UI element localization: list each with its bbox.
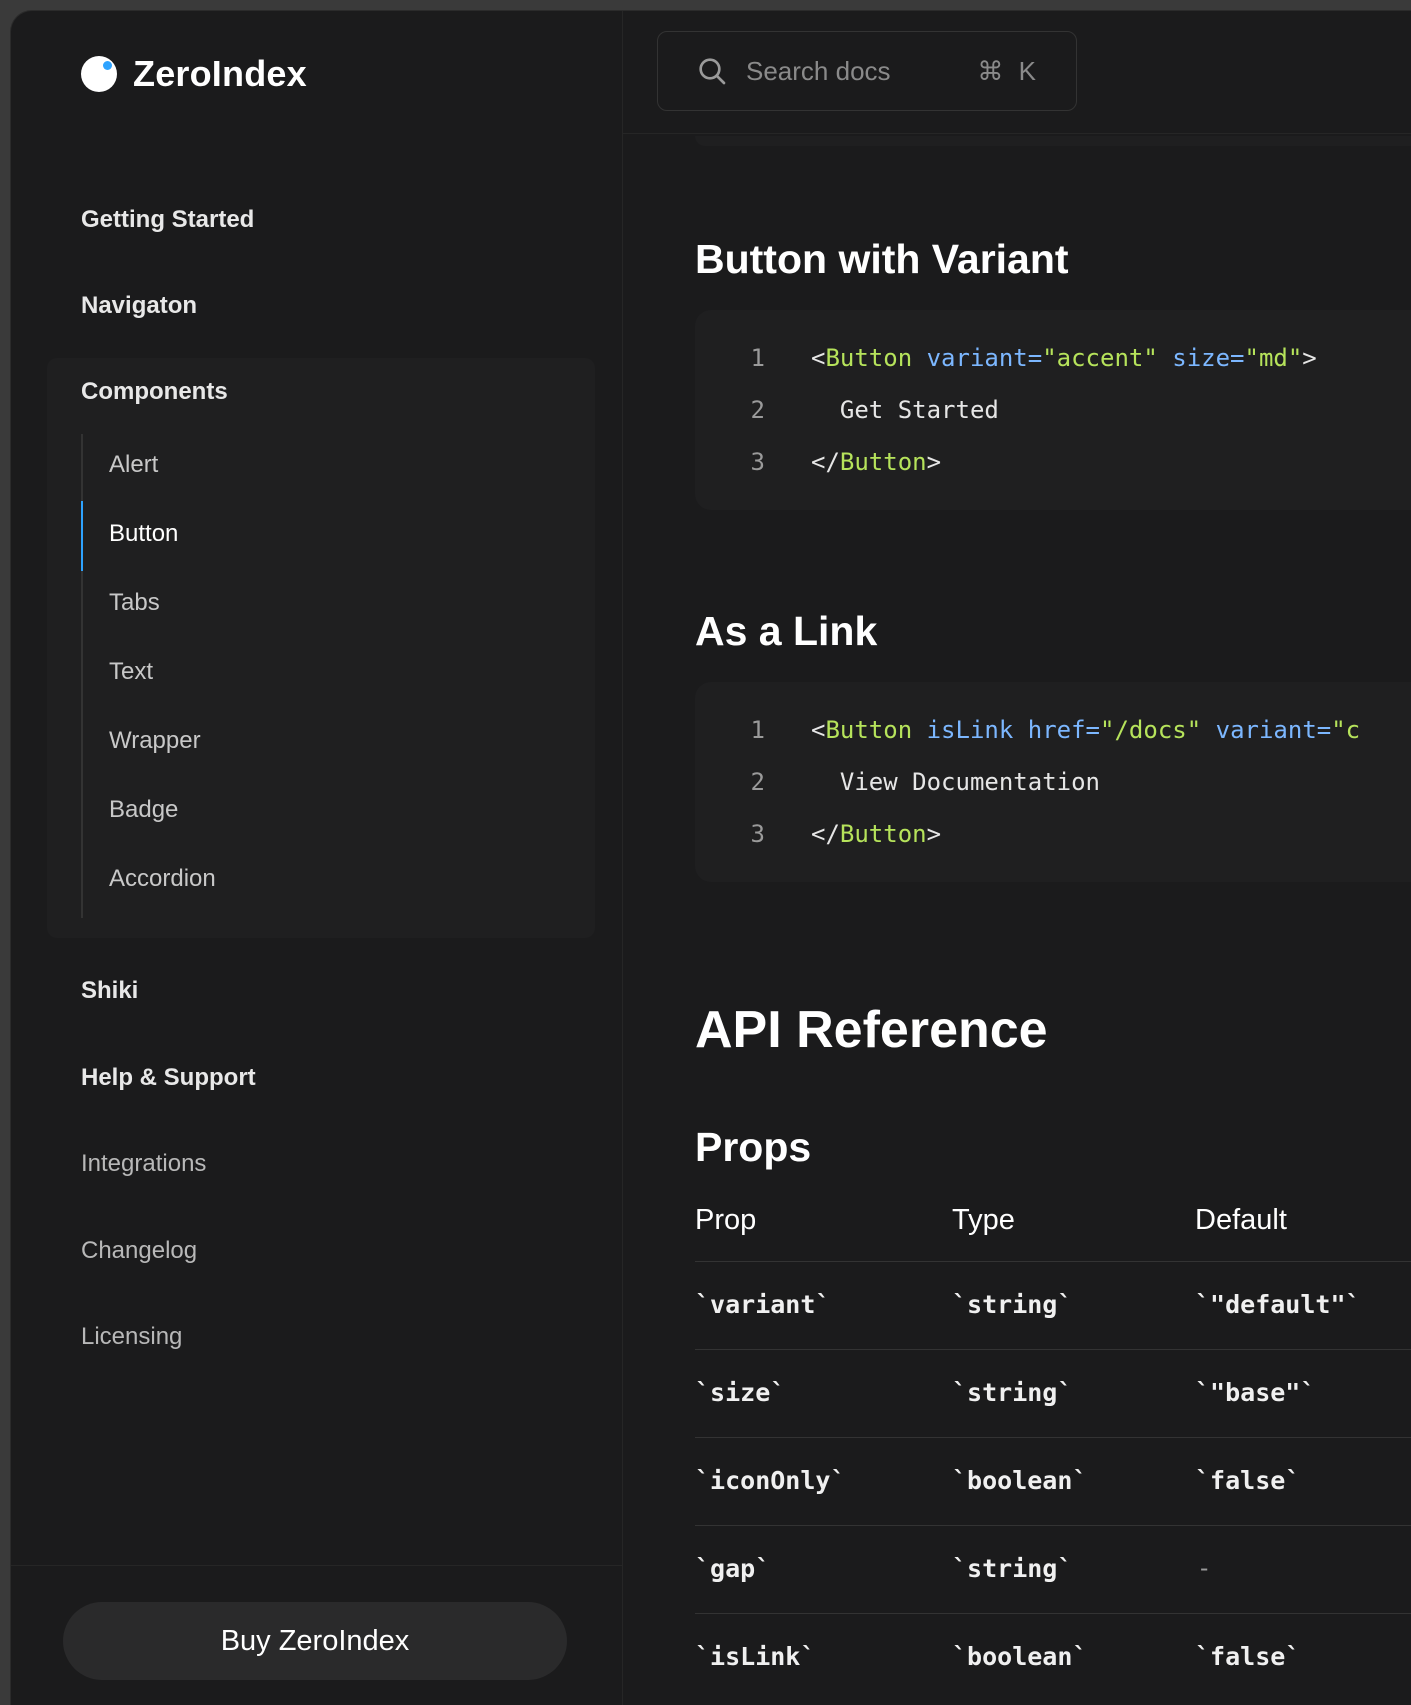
code-line: 3 </Button> [695, 820, 942, 860]
components-group [47, 358, 595, 938]
code-tag: Button [825, 344, 913, 372]
search-placeholder: Search docs [746, 55, 891, 86]
sidebar-item-navigation[interactable]: Navigaton [81, 292, 197, 320]
main-content: Button with Variant 1 <Button variant="a… [695, 134, 1411, 1705]
table-row: `variant` `string` `"default"` [695, 1261, 1411, 1349]
search-shortcut: ⌘ K [977, 55, 1040, 86]
table-row: `gap` `string` - [695, 1525, 1411, 1613]
code-string: "c [1331, 716, 1361, 744]
table-row: `isLink` `boolean` `false` [695, 1613, 1411, 1701]
sidebar-subitem-tabs[interactable]: Tabs [109, 589, 160, 617]
sidebar-item-changelog[interactable]: Changelog [81, 1237, 197, 1265]
code-block-variant: 1 <Button variant="accent" size="md"> 2 … [695, 310, 1411, 510]
sidebar-item-integrations[interactable]: Integrations [81, 1150, 206, 1178]
prop-name: `variant` [695, 1290, 831, 1319]
code-text: View Documentation [811, 768, 1100, 796]
prop-default: `"default"` [1195, 1290, 1361, 1319]
code-string: "accent" [1042, 344, 1158, 372]
code-line: 1 <Button variant="accent" size="md"> [695, 344, 1317, 384]
column-header-type: Type [952, 1204, 1015, 1236]
code-text: <Button variant="accent" size="md"> [811, 344, 1317, 384]
sidebar-item-licensing[interactable]: Licensing [81, 1323, 182, 1351]
brand-name: ZeroIndex [133, 53, 307, 94]
code-text: Get Started [811, 396, 999, 424]
code-tag: Button [825, 716, 913, 744]
code-string: "md" [1244, 344, 1303, 372]
sidebar-subitem-alert[interactable]: Alert [109, 451, 158, 479]
table-row: `size` `string` `"base"` [695, 1349, 1411, 1437]
topbar: Search docs ⌘ K [623, 11, 1411, 134]
code-tag: Button [839, 820, 927, 848]
prop-default: - [1200, 1554, 1209, 1582]
code-text: <Button isLink href="/docs" variant="c [811, 716, 1360, 756]
sidebar-item-components[interactable]: Components [81, 378, 228, 406]
sidebar-item-getting-started[interactable]: Getting Started [81, 206, 254, 234]
code-attr: isLink [912, 716, 1014, 744]
line-number: 2 [750, 396, 765, 424]
column-header-prop: Prop [695, 1204, 757, 1236]
prop-type: `string` [952, 1290, 1073, 1319]
prop-name: `iconOnly` [695, 1466, 846, 1495]
app-window: ZeroIndex Getting Started Navigaton Comp… [10, 10, 1411, 1705]
search-input[interactable]: Search docs ⌘ K [657, 31, 1077, 111]
props-title: Props [695, 1124, 812, 1170]
section-title-link: As a Link [695, 608, 878, 654]
code-punct: > [926, 820, 942, 848]
sidebar-subitem-accordion[interactable]: Accordion [109, 865, 216, 893]
prop-default: `false` [1195, 1642, 1301, 1671]
code-line: 3 </Button> [695, 448, 942, 488]
code-block-link: 1 <Button isLink href="/docs" variant="c… [695, 682, 1411, 882]
code-punct: </ [811, 820, 840, 848]
code-attr: variant= [912, 344, 1043, 372]
code-punct: > [1302, 344, 1317, 372]
sidebar-item-help-support[interactable]: Help & Support [81, 1064, 256, 1092]
line-number: 3 [750, 820, 765, 848]
logo-icon [81, 56, 117, 92]
table-row: `iconOnly` `boolean` `false` [695, 1437, 1411, 1525]
prop-default: `false` [1195, 1466, 1301, 1495]
sidebar-subitem-badge[interactable]: Badge [109, 796, 178, 824]
prop-name: `gap` [695, 1554, 771, 1583]
api-reference-title: API Reference [695, 1001, 1048, 1059]
active-indicator [81, 501, 83, 571]
sidebar-subitem-wrapper[interactable]: Wrapper [109, 727, 201, 755]
prop-type: `boolean` [952, 1642, 1088, 1671]
prop-name: `size` [695, 1378, 786, 1407]
column-header-default: Default [1195, 1204, 1287, 1236]
code-text: </Button> [811, 448, 941, 488]
code-line: 2 Get Started [695, 396, 999, 436]
line-number: 1 [750, 716, 765, 744]
prop-name: `isLink` [695, 1642, 816, 1671]
sidebar-subitem-button[interactable]: Button [109, 520, 178, 548]
code-attr: size= [1157, 344, 1245, 372]
buy-button[interactable]: Buy ZeroIndex [63, 1602, 567, 1680]
code-string: "/docs" [1100, 716, 1202, 744]
prop-type: `boolean` [952, 1466, 1088, 1495]
code-punct: < [811, 344, 826, 372]
code-punct: > [926, 448, 942, 476]
sidebar-item-shiki[interactable]: Shiki [81, 977, 138, 1005]
code-line: 2 View Documentation [695, 768, 1100, 808]
line-number: 3 [750, 448, 765, 476]
code-attr: href= [1013, 716, 1101, 744]
previous-block-edge [695, 136, 1411, 146]
line-number: 1 [750, 344, 765, 372]
sidebar-footer: Buy ZeroIndex [11, 1565, 623, 1705]
sidebar-subitem-text[interactable]: Text [109, 658, 153, 686]
code-punct: < [811, 716, 826, 744]
code-text: </Button> [811, 820, 941, 860]
code-tag: Button [839, 448, 927, 476]
code-line: 1 <Button isLink href="/docs" variant="c [695, 716, 1361, 756]
brand-logo[interactable]: ZeroIndex [81, 53, 307, 95]
prop-type: `string` [952, 1378, 1073, 1407]
section-title-variant: Button with Variant [695, 236, 1069, 282]
code-punct: </ [811, 448, 840, 476]
line-number: 2 [750, 768, 765, 796]
code-attr: variant= [1201, 716, 1332, 744]
prop-type: `string` [952, 1554, 1073, 1583]
sidebar: ZeroIndex Getting Started Navigaton Comp… [11, 11, 623, 1705]
search-icon [699, 58, 726, 85]
prop-default: `"base"` [1195, 1378, 1316, 1407]
